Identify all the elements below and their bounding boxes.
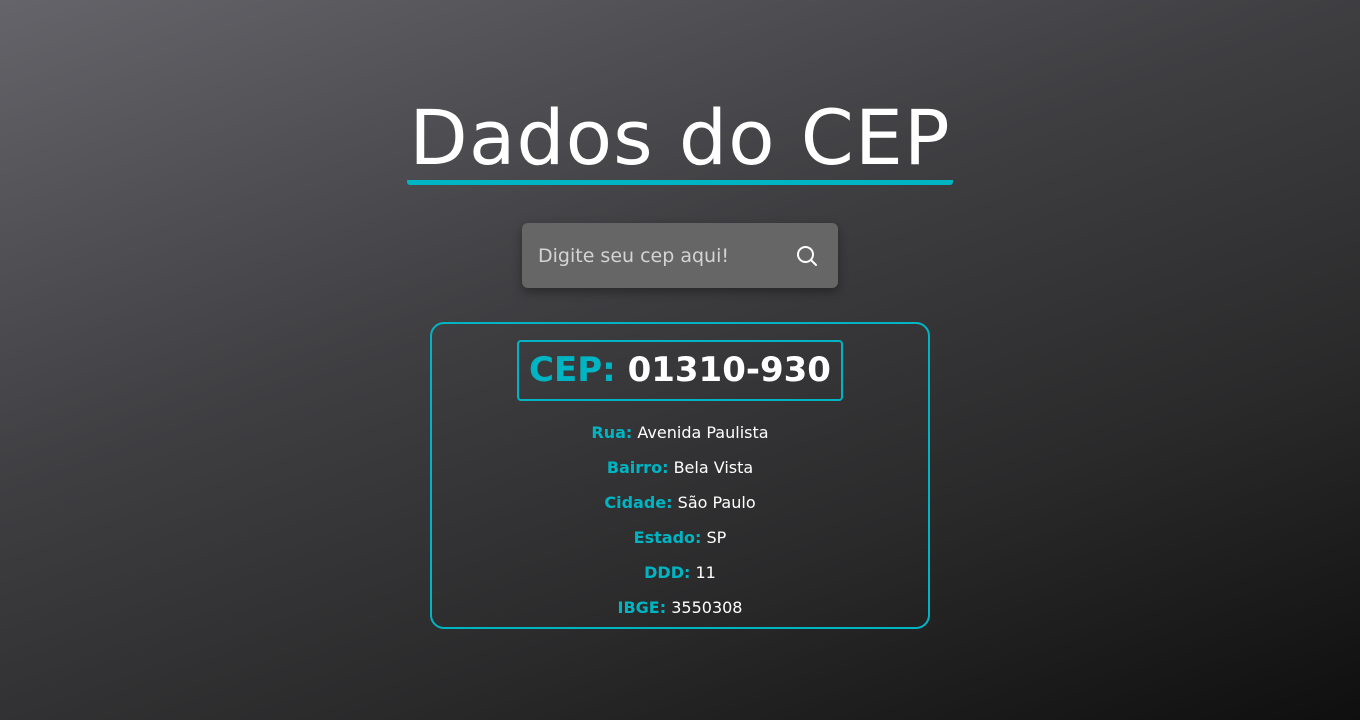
field-ddd: DDD: 11 (432, 555, 928, 590)
search-icon (797, 245, 817, 266)
field-value: São Paulo (677, 493, 756, 512)
header: Dados do CEP (0, 96, 1360, 185)
cep-search-input[interactable] (538, 223, 792, 288)
address-details: Rua: Avenida Paulista Bairro: Bela Vista… (432, 415, 928, 625)
field-value: Bela Vista (673, 458, 754, 477)
field-label: IBGE: (617, 598, 667, 617)
field-value: SP (706, 528, 727, 547)
cep-label: CEP: (529, 350, 616, 390)
field-label: Cidade: (604, 493, 673, 512)
search-bar (522, 223, 838, 288)
field-rua: Rua: Avenida Paulista (432, 415, 928, 450)
field-label: DDD: (644, 563, 691, 582)
search-button[interactable] (792, 241, 822, 271)
field-estado: Estado: SP (432, 520, 928, 555)
field-value: 3550308 (671, 598, 743, 617)
field-label: Estado: (633, 528, 702, 547)
cep-result-card: CEP: 01310-930 Rua: Avenida Paulista Bai… (430, 322, 930, 629)
field-value: 11 (695, 563, 716, 582)
cep-heading: CEP: 01310-930 (517, 340, 843, 401)
page-title: Dados do CEP (407, 96, 953, 185)
field-ibge: IBGE: 3550308 (432, 590, 928, 625)
field-label: Rua: (591, 423, 633, 442)
cep-value: 01310-930 (627, 350, 831, 390)
field-bairro: Bairro: Bela Vista (432, 450, 928, 485)
field-label: Bairro: (606, 458, 669, 477)
field-value: Avenida Paulista (637, 423, 769, 442)
field-cidade: Cidade: São Paulo (432, 485, 928, 520)
